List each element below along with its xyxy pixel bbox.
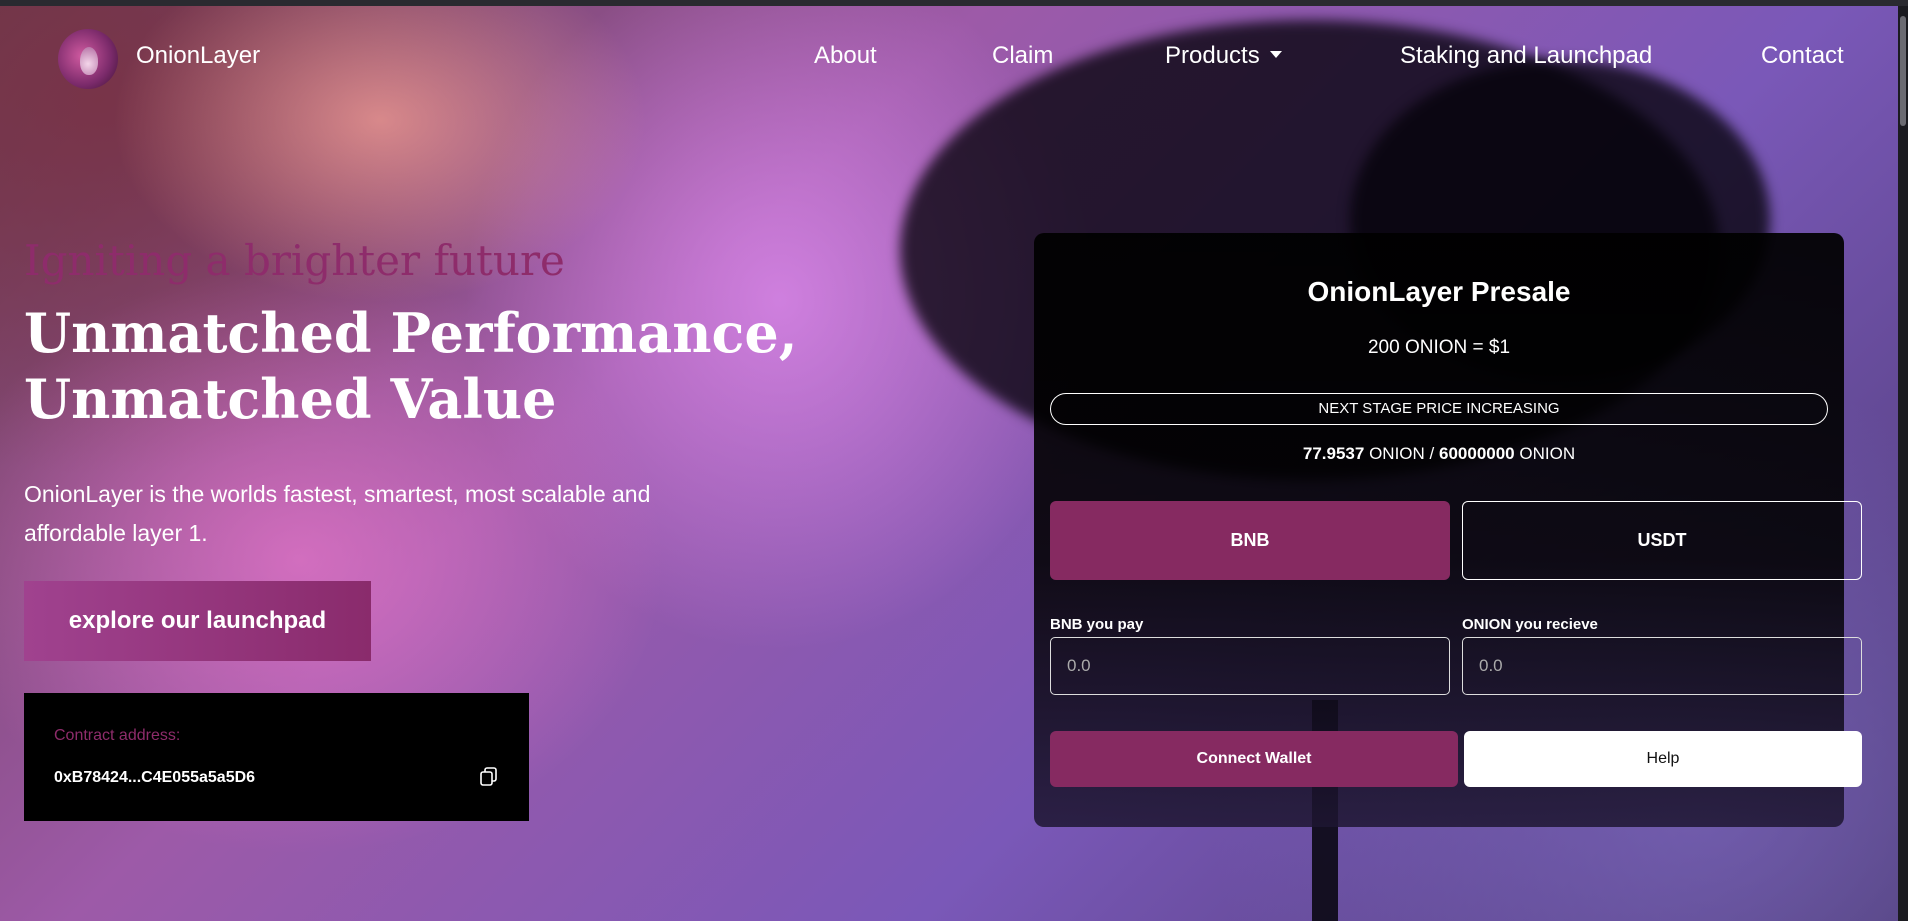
progress-separator: / — [1429, 444, 1435, 463]
receive-label: ONION you recieve — [1462, 616, 1598, 633]
scrollbar[interactable] — [1898, 6, 1908, 921]
presale-price: 200 ONION = $1 — [1367, 337, 1511, 358]
nav-link-contact[interactable]: Contact — [1761, 42, 1844, 70]
total-unit: ONION — [1519, 444, 1576, 463]
nav-link-claim[interactable]: Claim — [992, 42, 1053, 70]
nav-link-about[interactable]: About — [814, 42, 877, 70]
total-amount: 60000000 — [1439, 444, 1515, 463]
nav-link-products[interactable]: Products — [1165, 42, 1282, 70]
presale-progress: 77.9537 ONION / 60000000 ONION — [1034, 444, 1844, 464]
onion-logo-bulb — [80, 47, 98, 75]
presale-panel: OnionLayer Presale 200 ONION = $1 NEXT S… — [1034, 233, 1862, 827]
nav-link-products-label: Products — [1165, 42, 1260, 69]
hero-headline: Unmatched Performance, Unmatched Value — [24, 301, 798, 431]
nav-link-staking[interactable]: Staking and Launchpad — [1400, 42, 1652, 70]
stage-price-badge: NEXT STAGE PRICE INCREASING — [1050, 393, 1828, 425]
contract-address-box: Contract address: 0xB78424...C4E055a5a5D… — [24, 693, 529, 821]
tab-usdt[interactable]: USDT — [1462, 501, 1862, 580]
pay-amount-input[interactable] — [1050, 637, 1450, 695]
scrollbar-thumb[interactable] — [1900, 16, 1906, 126]
caret-down-icon — [1269, 51, 1282, 59]
presale-title: OnionLayer Presale — [1307, 276, 1571, 307]
tab-bnb[interactable]: BNB — [1050, 501, 1450, 580]
explore-launchpad-button[interactable]: explore our launchpad — [24, 581, 371, 661]
brand-name[interactable]: OnionLayer — [136, 42, 260, 70]
hero-tagline: Igniting a brighter future — [24, 236, 565, 285]
pay-label: BNB you pay — [1050, 616, 1144, 633]
contract-address-value: 0xB78424...C4E055a5a5D6 — [54, 769, 256, 786]
top-navigation: OnionLayer About Claim Products Staking … — [0, 6, 1898, 102]
receive-amount-input[interactable] — [1462, 637, 1862, 695]
contract-address-label: Contract address: — [54, 727, 181, 744]
sold-amount: 77.9537 — [1302, 444, 1365, 463]
copy-icon[interactable] — [480, 767, 498, 787]
connect-wallet-button[interactable]: Connect Wallet — [1050, 731, 1458, 787]
sold-unit: ONION — [1369, 444, 1425, 463]
hero-description: OnionLayer is the worlds fastest, smarte… — [24, 481, 651, 546]
help-button[interactable]: Help — [1464, 731, 1862, 787]
onion-logo-icon[interactable] — [58, 29, 118, 89]
